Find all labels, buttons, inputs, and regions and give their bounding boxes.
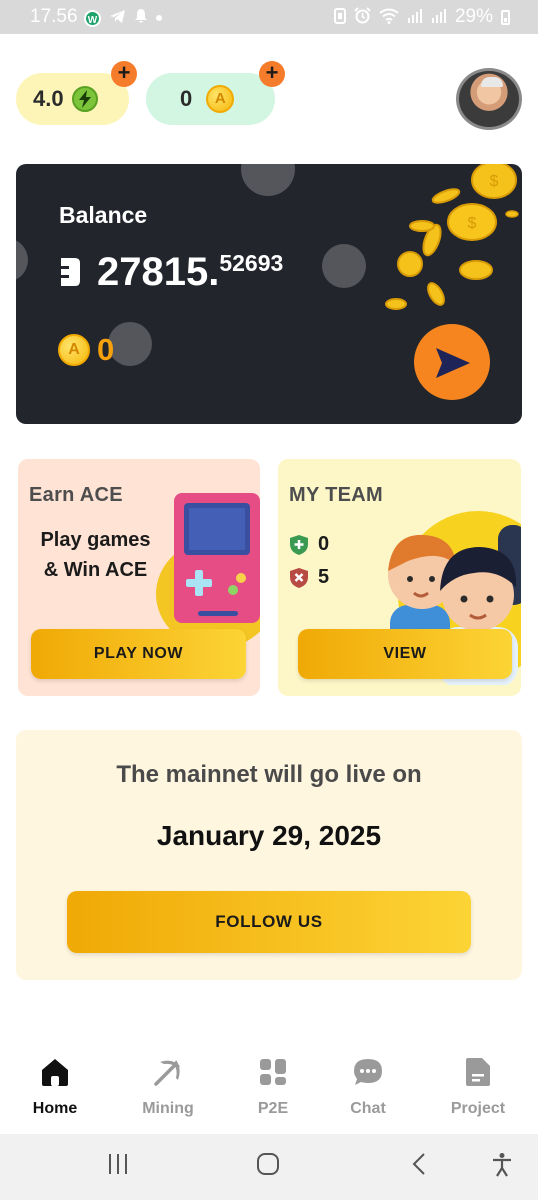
- ace-balance-value: 0: [97, 332, 115, 367]
- send-arrow-icon: [436, 348, 470, 378]
- mainnet-card: The mainnet will go live on January 29, …: [16, 730, 522, 980]
- balance-amount: 27815. 52693: [59, 248, 283, 296]
- status-bar: 17.56 W 29%: [0, 0, 538, 34]
- telegram-icon: [109, 9, 126, 28]
- battery-icon: [501, 9, 510, 25]
- balance-label: Balance: [59, 202, 148, 228]
- user-avatar[interactable]: [456, 68, 522, 130]
- notification-bell-icon: [134, 8, 148, 28]
- earn-text-line1: Play games: [40, 529, 151, 551]
- dot-icon: [156, 15, 162, 21]
- lightning-icon: [71, 86, 98, 112]
- send-button[interactable]: [414, 324, 490, 400]
- play-now-button[interactable]: PLAY NOW: [31, 629, 246, 679]
- nav-item-p2e[interactable]: P2E: [228, 1056, 318, 1118]
- mainnet-announcement: The mainnet will go live on: [116, 761, 422, 788]
- decorative-circle: [16, 238, 28, 282]
- nav-item-home[interactable]: Home: [10, 1056, 100, 1118]
- ace-coin-icon: A: [58, 334, 90, 366]
- status-time: 17.56: [30, 6, 78, 27]
- home-circle-icon[interactable]: [256, 1152, 280, 1176]
- earn-card-text: Play games & Win ACE: [28, 525, 163, 585]
- w-app-icon: W: [84, 9, 101, 27]
- signal-icon: [431, 8, 447, 26]
- shield-plus-icon: [290, 534, 308, 555]
- status-icons-left: W: [84, 8, 162, 28]
- coins-value: 0: [180, 86, 193, 111]
- add-energy-button[interactable]: +: [111, 61, 137, 87]
- signal-icon: [407, 8, 423, 26]
- status-icons-right: 29%: [333, 6, 510, 28]
- battery-percent: 29%: [454, 6, 493, 27]
- nfc-icon: [333, 7, 346, 27]
- nav-label: Mining: [142, 1100, 194, 1117]
- accessibility-icon[interactable]: [490, 1152, 514, 1178]
- inactive-members-count: 5: [318, 566, 330, 588]
- ace-coin-icon: A: [206, 85, 235, 113]
- token-logo-icon: [61, 258, 80, 286]
- earn-ace-card[interactable]: Earn ACE Play games & Win ACE PLAY NOW: [18, 459, 260, 696]
- back-icon[interactable]: [408, 1152, 432, 1176]
- game-console-icon: [174, 493, 260, 623]
- nav-label: P2E: [257, 1100, 289, 1117]
- nav-label: Home: [32, 1100, 78, 1117]
- earn-card-title: Earn ACE: [29, 484, 123, 506]
- balance-card: $ $ Balance 27815. 52693 A 0: [16, 164, 522, 424]
- document-icon: [466, 1058, 490, 1086]
- shield-x-icon: [290, 567, 308, 588]
- svg-text:$: $: [490, 173, 499, 190]
- my-team-card[interactable]: MY TEAM 0 5 VIEW: [278, 459, 521, 696]
- decorative-circle: [322, 244, 366, 288]
- wifi-icon: [379, 8, 399, 27]
- console-button: [228, 585, 238, 595]
- inactive-members: 5: [289, 566, 329, 589]
- decorative-circle: [241, 164, 295, 196]
- energy-pill[interactable]: 4.0 +: [16, 61, 137, 125]
- coins-pill[interactable]: 0 A +: [146, 61, 285, 125]
- console-button: [236, 573, 246, 583]
- grid-icon: [260, 1059, 286, 1085]
- system-nav-bar: [0, 1134, 538, 1200]
- balance-integer: 27815.: [97, 250, 220, 294]
- view-team-button[interactable]: VIEW: [298, 629, 512, 679]
- nav-label: Chat: [350, 1100, 386, 1117]
- falling-coins-illustration: $ $: [385, 164, 519, 310]
- nav-item-mining[interactable]: Mining: [123, 1056, 213, 1118]
- bottom-nav: Home Mining P2E Chat Project: [0, 1042, 538, 1134]
- add-coins-button[interactable]: +: [259, 61, 285, 87]
- energy-value: 4.0: [33, 86, 64, 111]
- console-screen: [184, 503, 250, 555]
- chat-icon: [354, 1059, 382, 1085]
- decorative-circle: [108, 322, 152, 366]
- console-dpad: [195, 570, 203, 596]
- mainnet-date: January 29, 2025: [156, 820, 382, 851]
- recent-apps-icon[interactable]: [106, 1152, 130, 1176]
- earn-text-line2: & Win ACE: [43, 559, 148, 581]
- nav-label: Project: [450, 1100, 506, 1117]
- ace-balance: A 0: [58, 332, 114, 368]
- svg-text:$: $: [468, 215, 477, 232]
- nav-item-project[interactable]: Project: [433, 1056, 523, 1118]
- follow-us-button[interactable]: FOLLOW US: [67, 891, 471, 953]
- balance-decimals: 52693: [219, 250, 284, 276]
- home-icon: [42, 1059, 68, 1086]
- console-speaker: [198, 611, 238, 616]
- active-members-count: 0: [318, 533, 330, 555]
- pickaxe-icon: [154, 1060, 180, 1086]
- nav-item-chat[interactable]: Chat: [323, 1056, 413, 1118]
- active-members: 0: [289, 533, 329, 556]
- alarm-icon: [354, 7, 371, 27]
- team-card-title: MY TEAM: [289, 484, 383, 506]
